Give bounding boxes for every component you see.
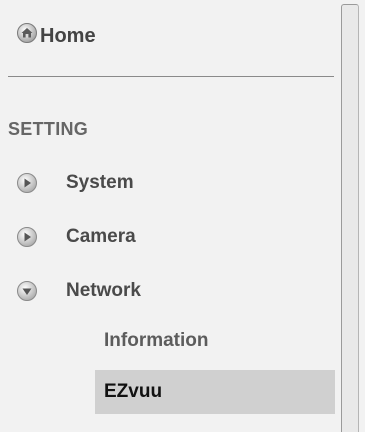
divider <box>8 76 334 77</box>
menu-item-label: Network <box>66 280 141 301</box>
menu-item-camera[interactable]: Camera <box>16 226 136 248</box>
home-label: Home <box>40 25 96 47</box>
settings-sidebar-panel: Home SETTING System Camera Network Infor… <box>0 0 365 432</box>
sub-item-label: EZvuu <box>104 381 163 402</box>
menu-item-system[interactable]: System <box>16 172 134 194</box>
sub-item-information[interactable]: Information <box>95 319 335 363</box>
sub-item-ezvuu[interactable]: EZvuu <box>95 370 335 414</box>
vertical-scrollbar[interactable] <box>341 4 359 432</box>
setting-section-title: SETTING <box>8 119 89 139</box>
sub-item-label: Information <box>104 330 209 351</box>
chevron-down-icon <box>16 280 38 302</box>
chevron-right-icon <box>16 226 38 248</box>
home-icon <box>16 22 38 44</box>
chevron-right-icon <box>16 172 38 194</box>
menu-item-network[interactable]: Network <box>16 280 141 302</box>
menu-item-label: Camera <box>66 226 136 247</box>
home-link[interactable]: Home <box>16 19 96 47</box>
menu-item-label: System <box>66 172 134 193</box>
sidebar-nav: Home SETTING System Camera Network Infor… <box>0 0 340 432</box>
